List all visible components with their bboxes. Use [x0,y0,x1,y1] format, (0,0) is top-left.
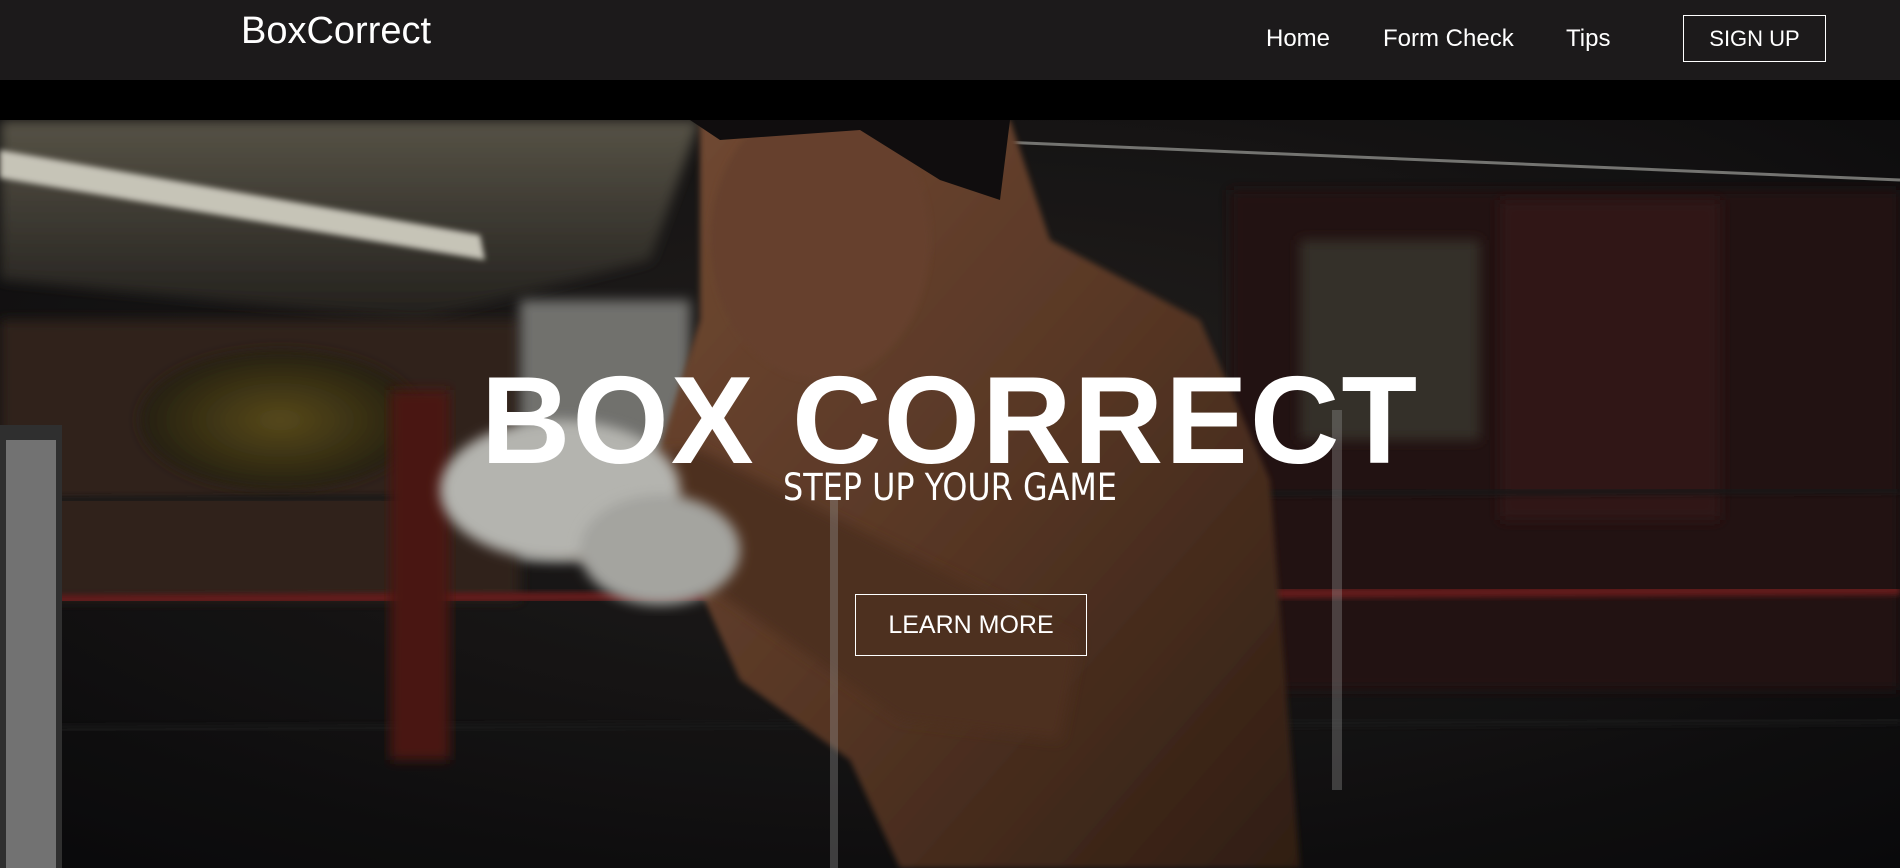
brand-logo[interactable]: BoxCorrect [241,8,431,54]
nav-link-tips[interactable]: Tips [1566,24,1610,54]
hero-section: BOX CORRECT STEP UP YOUR GAME LEARN MORE [0,120,1900,868]
nav-link-home[interactable]: Home [1266,24,1330,54]
sign-up-button[interactable]: SIGN UP [1683,15,1826,62]
nav-link-form-check[interactable]: Form Check [1383,24,1514,54]
header-spacer [0,80,1900,120]
hero-subtitle: STEP UP YOUR GAME [783,466,1117,509]
learn-more-button[interactable]: LEARN MORE [855,594,1087,656]
top-navbar: BoxCorrect Home Form Check Tips SIGN UP [0,0,1900,80]
